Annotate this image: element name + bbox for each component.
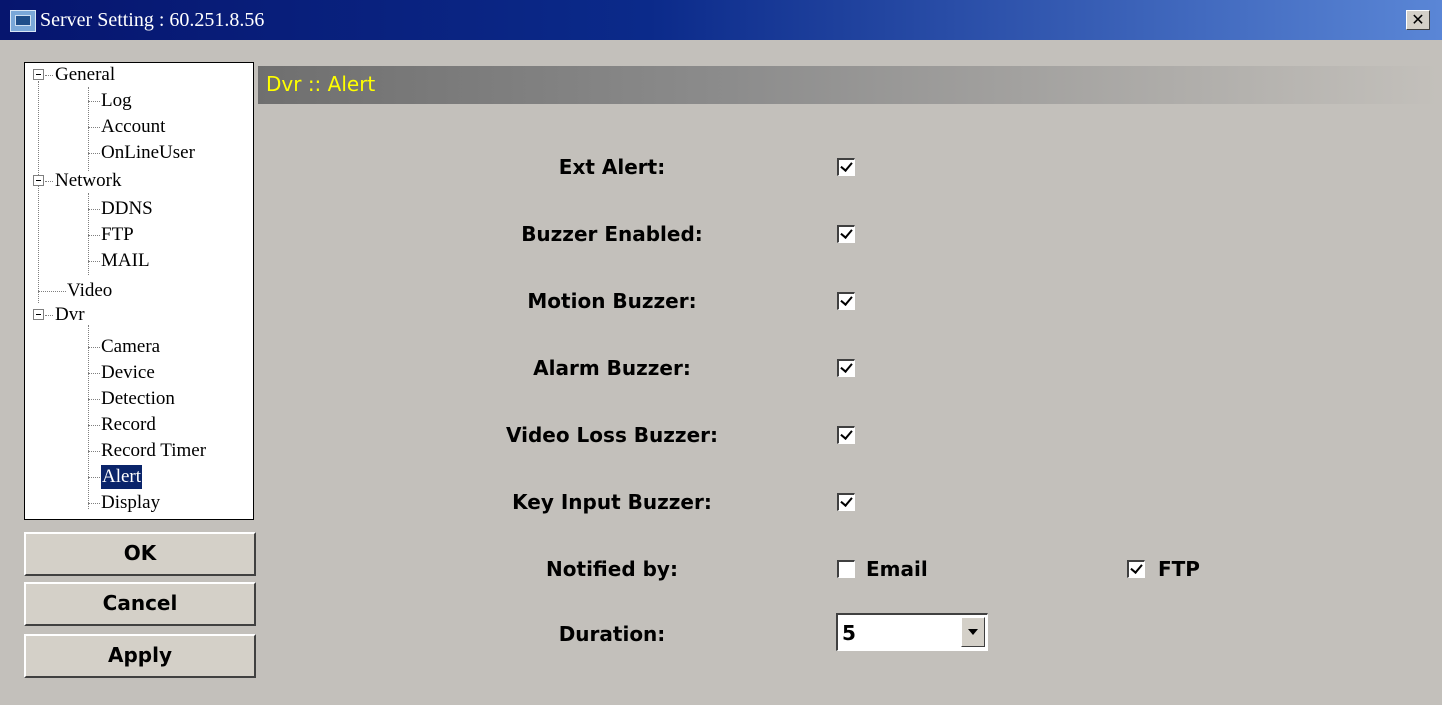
notified-by-label: Notified by: <box>546 557 678 581</box>
panel-title: Dvr :: Alert <box>266 72 376 96</box>
close-button[interactable]: ✕ <box>1406 10 1430 30</box>
tree-collapse-icon[interactable] <box>33 175 44 186</box>
tree-collapse-icon[interactable] <box>33 69 44 80</box>
buzzer-enabled-label: Buzzer Enabled: <box>521 222 703 246</box>
email-checkbox[interactable] <box>837 560 855 578</box>
chevron-down-icon[interactable] <box>961 617 985 647</box>
alarm-buzzer-checkbox[interactable] <box>837 359 855 377</box>
close-icon: ✕ <box>1411 10 1425 29</box>
ext-alert-label: Ext Alert: <box>558 155 666 179</box>
ok-button[interactable]: OK <box>24 532 256 576</box>
ftp-checkbox[interactable] <box>1127 560 1145 578</box>
key-input-buzzer-label: Key Input Buzzer: <box>512 490 712 514</box>
tree-collapse-icon[interactable] <box>33 309 44 320</box>
server-window-icon <box>10 10 36 32</box>
video-loss-buzzer-checkbox[interactable] <box>837 426 855 444</box>
duration-value: 5 <box>842 621 856 645</box>
motion-buzzer-checkbox[interactable] <box>837 292 855 310</box>
title-bar: Server Setting : 60.251.8.56 ✕ <box>0 0 1442 40</box>
email-label[interactable]: Email <box>866 557 928 581</box>
duration-label: Duration: <box>558 622 666 646</box>
motion-buzzer-label: Motion Buzzer: <box>527 289 697 313</box>
duration-select[interactable]: 5 <box>836 613 988 651</box>
cancel-button[interactable]: Cancel <box>24 582 256 626</box>
alarm-buzzer-label: Alarm Buzzer: <box>533 356 691 380</box>
video-loss-buzzer-label: Video Loss Buzzer: <box>505 423 718 447</box>
ext-alert-checkbox[interactable] <box>837 158 855 176</box>
settings-tree: General Log Account OnLineUser Network D… <box>24 62 254 520</box>
ftp-label[interactable]: FTP <box>1158 557 1200 581</box>
apply-button[interactable]: Apply <box>24 634 256 678</box>
tree-connector <box>38 81 39 303</box>
buzzer-enabled-checkbox[interactable] <box>837 225 855 243</box>
tree-connector <box>88 87 89 171</box>
tree-connector <box>88 325 89 509</box>
key-input-buzzer-checkbox[interactable] <box>837 493 855 511</box>
panel-header: Dvr :: Alert <box>258 66 1438 104</box>
tree-connector <box>88 193 89 275</box>
window-title: Server Setting : 60.251.8.56 <box>40 9 265 31</box>
